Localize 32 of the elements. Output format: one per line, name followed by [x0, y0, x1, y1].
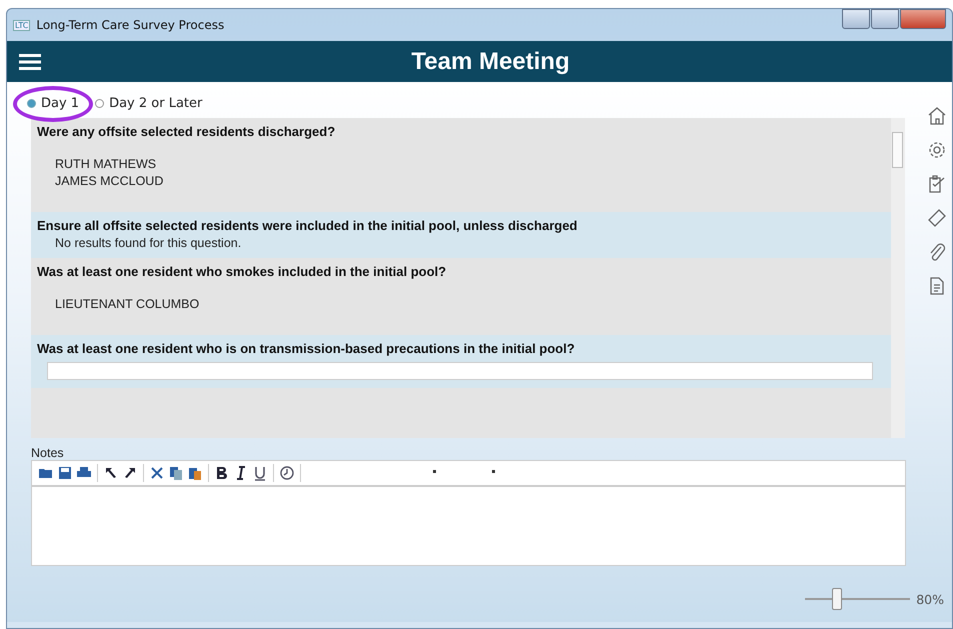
maximize-button[interactable]	[871, 9, 899, 29]
settings-icon[interactable]	[927, 140, 947, 160]
home-icon[interactable]	[927, 106, 947, 126]
question-text: Was at least one resident who is on transmission-based precautions in the initial pool?	[37, 341, 576, 356]
no-results-message: No results found for this question.	[54, 235, 242, 250]
resident-name[interactable]: JAMES MCCLOUD	[55, 174, 885, 188]
bold-icon[interactable]	[214, 465, 230, 481]
question-text: Were any offsite selected residents discharged?	[37, 124, 336, 139]
clock-icon[interactable]	[279, 465, 295, 481]
resident-name[interactable]: RUTH MATHEWS	[55, 157, 885, 171]
save-icon[interactable]	[57, 465, 73, 481]
minimize-button[interactable]	[842, 9, 870, 29]
app-badge: LTC	[13, 20, 30, 30]
underline-icon[interactable]	[252, 465, 268, 481]
window-title: Long-Term Care Survey Process	[36, 18, 226, 32]
copy-icon[interactable]	[168, 465, 184, 481]
day-radio[interactable]: Day 1	[27, 96, 80, 110]
menu-icon[interactable]	[19, 52, 41, 70]
notes-field[interactable]	[31, 486, 906, 566]
redo-icon[interactable]	[122, 465, 138, 481]
scrollbar[interactable]	[891, 118, 905, 438]
undo-icon[interactable]	[103, 465, 119, 481]
page-title: Team Meeting	[410, 48, 571, 76]
cut-icon[interactable]	[149, 465, 165, 481]
question-text: Was at least one resident who smokes included in the initial pool?	[37, 264, 448, 279]
question-text: Ensure all offsite selected residents were included in the initial pool, unless discharged	[37, 218, 578, 233]
paste-icon[interactable]	[187, 465, 203, 481]
checklist-icon[interactable]	[927, 174, 947, 194]
notes-label: Notes	[31, 446, 65, 460]
zoom-reading: 80%	[916, 592, 944, 606]
resident-name[interactable]: LIEUTENANT COLUMBO	[55, 297, 885, 311]
day-radio[interactable]: Day 2 or Later	[95, 96, 202, 110]
